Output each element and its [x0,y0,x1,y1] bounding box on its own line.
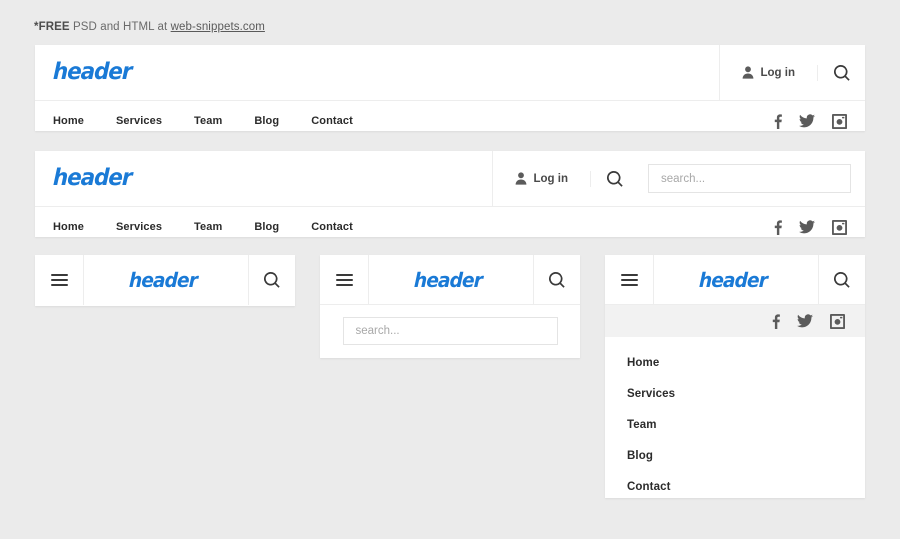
search-button[interactable] [590,170,638,187]
instagram-icon[interactable] [832,219,847,235]
hamburger-menu-button[interactable] [35,255,83,305]
user-icon [742,66,754,79]
search-button[interactable] [533,255,580,304]
login-button[interactable]: Log in [718,45,818,100]
nav-item-contact[interactable]: Contact [295,221,369,233]
twitter-icon[interactable] [799,114,815,128]
search-icon [834,271,850,288]
mobile-basic-bar: header [35,255,295,305]
nav-item-team[interactable]: Team [178,115,238,127]
withsearch-topbar: header Log in [35,151,865,207]
mobile-brand-zone: header [368,255,533,304]
hamburger-menu-button[interactable] [320,255,368,304]
user-icon [515,172,527,185]
search-input[interactable] [342,317,558,345]
logo[interactable]: header [414,268,483,292]
search-icon [264,272,280,288]
hamburger-icon [50,274,68,286]
hamburger-icon [620,273,638,286]
facebook-icon[interactable] [774,113,782,129]
social-links [774,113,865,129]
logo[interactable]: header [699,268,768,292]
logo[interactable]: header [53,165,132,191]
hamburger-menu-button[interactable] [605,255,653,304]
nav-item-services[interactable]: Services [100,115,178,127]
search-icon [833,64,850,81]
mobile-search-row [320,305,580,357]
search-field-wrapper [638,164,865,193]
hamburger-icon [335,273,353,286]
mobile-social-links [605,305,865,337]
nav-item-home[interactable]: Home [53,221,100,233]
twitter-icon[interactable] [797,314,813,328]
header-with-search-card: header Log in Home Services [35,151,865,237]
promo-link[interactable]: web-snippets.com [171,21,265,33]
main-navigation: Home Services Team Blog Contact [53,221,774,233]
nav-item-team[interactable]: Team [178,221,238,233]
login-label: Log in [533,172,569,185]
mobile-nav-item-blog[interactable]: Blog [605,440,865,471]
header-mobile-menu-card: header Home Services Team Blog Contact [605,255,865,498]
search-button[interactable] [818,255,865,304]
login-button[interactable]: Log in [491,151,591,206]
nav-item-home[interactable]: Home [53,115,100,127]
header-mobile-search-card: header [320,255,580,358]
search-icon [606,170,623,187]
nav-item-blog[interactable]: Blog [238,221,295,233]
search-button[interactable] [248,255,295,305]
facebook-icon[interactable] [772,313,780,329]
nav-item-services[interactable]: Services [100,221,178,233]
mobile-brand-zone: header [83,255,248,305]
classic-topbar: header Log in [35,45,865,101]
instagram-icon[interactable] [832,113,847,129]
nav-item-contact[interactable]: Contact [295,115,369,127]
header-mobile-basic-card: header [35,255,295,306]
search-button[interactable] [817,64,865,81]
logo[interactable]: header [53,59,132,85]
classic-navbar: Home Services Team Blog Contact [35,101,865,141]
promo-middle-text: PSD and HTML at [69,21,171,33]
social-links [774,219,865,235]
twitter-icon[interactable] [799,220,815,234]
promo-banner: *FREE PSD and HTML at web-snippets.com [34,21,265,33]
nav-item-blog[interactable]: Blog [238,115,295,127]
withsearch-brand-zone: header [35,165,492,191]
promo-bold-text: *FREE [34,21,70,33]
mobile-nav-item-contact[interactable]: Contact [605,471,865,502]
facebook-icon[interactable] [774,219,782,235]
mobile-navigation: Home Services Team Blog Contact [605,337,865,514]
search-input[interactable] [648,164,851,193]
mobile-nav-item-services[interactable]: Services [605,378,865,409]
search-icon [549,271,565,288]
logo[interactable]: header [129,268,198,292]
main-navigation: Home Services Team Blog Contact [53,115,774,127]
mobile-brand-zone: header [653,255,818,304]
mobile-menu-bar: header [605,255,865,305]
mobile-nav-item-home[interactable]: Home [605,347,865,378]
withsearch-navbar: Home Services Team Blog Contact [35,207,865,247]
header-classic-card: header Log in Home Services Team Blog Co… [35,45,865,131]
login-label: Log in [760,66,796,79]
classic-brand-zone: header [35,59,719,85]
mobile-search-bar: header [320,255,580,305]
instagram-icon[interactable] [830,313,845,329]
mobile-nav-item-team[interactable]: Team [605,409,865,440]
